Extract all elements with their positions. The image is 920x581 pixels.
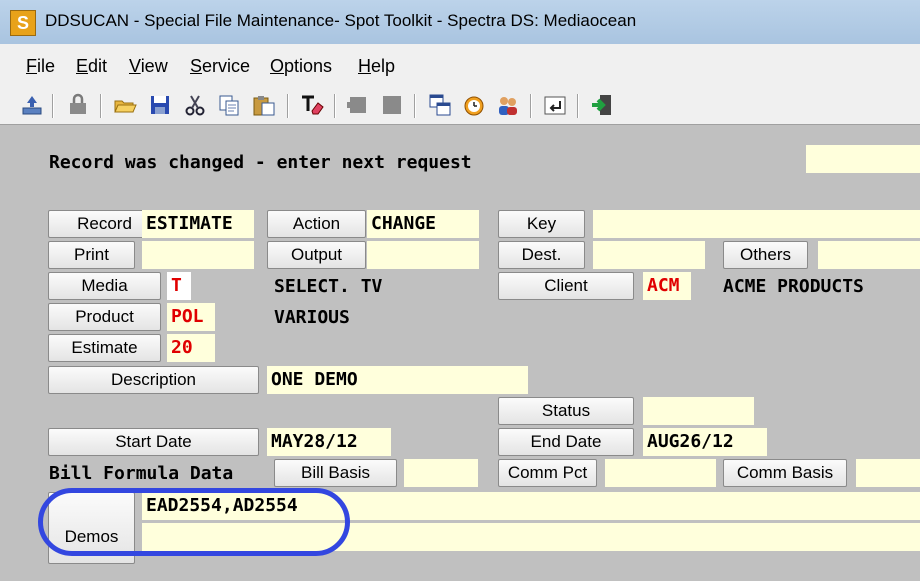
- client-button[interactable]: Client: [498, 272, 634, 300]
- demos-field-1[interactable]: EAD2554,AD2554: [142, 492, 920, 520]
- menu-service[interactable]: Service: [190, 56, 250, 77]
- key-field[interactable]: [593, 210, 920, 238]
- window-title: DDSUCAN - Special File Maintenance- Spot…: [45, 11, 637, 30]
- cut-icon[interactable]: [183, 93, 207, 117]
- menu-file[interactable]: File: [26, 56, 55, 77]
- app-icon: S: [10, 10, 36, 36]
- menu-edit[interactable]: Edit: [76, 56, 107, 77]
- send-icon[interactable]: [20, 93, 44, 117]
- output-button[interactable]: Output: [267, 241, 366, 269]
- bill-basis-button[interactable]: Bill Basis: [274, 459, 397, 487]
- media-button[interactable]: Media: [48, 272, 161, 300]
- end-date-field[interactable]: AUG26/12: [643, 428, 767, 456]
- clock-icon[interactable]: [462, 93, 486, 117]
- print-button[interactable]: Print: [48, 241, 135, 269]
- client-name: ACME PRODUCTS: [723, 276, 864, 297]
- message-field[interactable]: [806, 145, 920, 173]
- toolbar: [0, 86, 920, 125]
- output-field[interactable]: [367, 241, 479, 269]
- others-field[interactable]: [818, 241, 920, 269]
- product-name: VARIOUS: [274, 307, 350, 328]
- menu-view[interactable]: View: [129, 56, 168, 77]
- status-message: Record was changed - enter next request: [49, 152, 472, 173]
- erase-icon[interactable]: [300, 93, 324, 117]
- dest-field[interactable]: [593, 241, 705, 269]
- media-name: SELECT. TV: [274, 276, 383, 297]
- users-icon[interactable]: [496, 93, 520, 117]
- client-field[interactable]: ACM: [643, 272, 691, 300]
- description-field[interactable]: ONE DEMO: [267, 366, 528, 394]
- paste-icon[interactable]: [252, 93, 276, 117]
- demos-field-2[interactable]: [142, 523, 920, 551]
- action-button[interactable]: Action: [267, 210, 366, 238]
- key-button[interactable]: Key: [498, 210, 585, 238]
- product-button[interactable]: Product: [48, 303, 161, 331]
- status-button[interactable]: Status: [498, 397, 634, 425]
- comm-basis-field[interactable]: [856, 459, 920, 487]
- stop-icon[interactable]: [380, 93, 404, 117]
- record-icon[interactable]: [346, 93, 370, 117]
- windows-icon[interactable]: [428, 93, 452, 117]
- copy-icon[interactable]: [217, 93, 241, 117]
- end-date-button[interactable]: End Date: [498, 428, 634, 456]
- comm-basis-button[interactable]: Comm Basis: [723, 459, 847, 487]
- menu-bar: File Edit View Service Options Help: [0, 44, 920, 86]
- description-button[interactable]: Description: [48, 366, 259, 394]
- print-field[interactable]: [142, 241, 254, 269]
- comm-pct-field[interactable]: [605, 459, 716, 487]
- estimate-field[interactable]: 20: [167, 334, 215, 362]
- menu-options[interactable]: Options: [270, 56, 332, 77]
- start-date-field[interactable]: MAY28/12: [267, 428, 391, 456]
- bill-formula-label: Bill Formula Data: [49, 463, 234, 484]
- product-field[interactable]: POL: [167, 303, 215, 331]
- save-icon[interactable]: [148, 93, 172, 117]
- others-button[interactable]: Others: [723, 241, 808, 269]
- dest-button[interactable]: Dest.: [498, 241, 585, 269]
- status-field[interactable]: [643, 397, 754, 425]
- open-folder-icon[interactable]: [113, 93, 137, 117]
- exit-icon[interactable]: [590, 93, 614, 117]
- estimate-button[interactable]: Estimate: [48, 334, 161, 362]
- title-bar: S DDSUCAN - Special File Maintenance- Sp…: [0, 0, 920, 44]
- comm-pct-button[interactable]: Comm Pct: [498, 459, 597, 487]
- enter-icon[interactable]: [543, 93, 567, 117]
- action-field[interactable]: CHANGE: [367, 210, 479, 238]
- menu-help[interactable]: Help: [358, 56, 395, 77]
- lock-icon[interactable]: [66, 93, 90, 117]
- record-field[interactable]: ESTIMATE: [142, 210, 254, 238]
- bill-basis-field[interactable]: [404, 459, 478, 487]
- start-date-button[interactable]: Start Date: [48, 428, 259, 456]
- demos-button[interactable]: Demos: [48, 492, 135, 564]
- media-field[interactable]: T: [167, 272, 191, 300]
